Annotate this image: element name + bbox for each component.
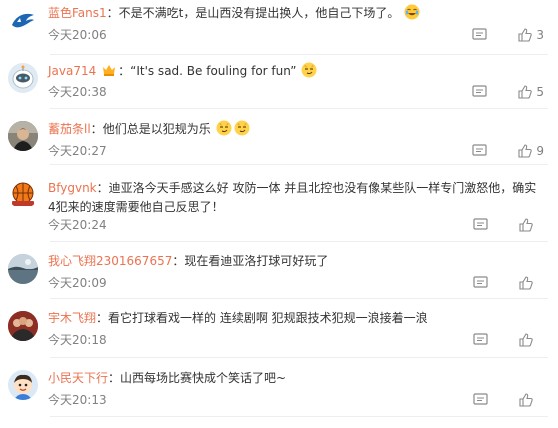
comment-text: 迪亚洛今天手感这么好 攻防一体 并且北控也没有像某些队一样专门激怒他，确实4犯来… [48, 181, 537, 214]
comment-time: 今天20:18 [48, 333, 107, 347]
username[interactable]: 蓄茄条ll [48, 122, 91, 136]
avatar[interactable] [8, 254, 38, 284]
avatar[interactable] [8, 63, 38, 93]
avatar[interactable] [8, 179, 38, 209]
smirk-icon [216, 120, 232, 136]
avatar[interactable] [8, 311, 38, 341]
reply-button[interactable] [472, 392, 490, 408]
seascape-photo-icon [8, 254, 38, 284]
comment-item: 小民天下行：山西每场比赛快成个笑话了吧~ 今天20:13 [0, 358, 558, 428]
username[interactable]: Java714 [48, 64, 96, 78]
reply-button[interactable] [471, 84, 489, 100]
reply-icon [473, 333, 488, 345]
like-button[interactable] [518, 275, 544, 291]
comment-body: 蓝色Fans1：不是不满吃t，是山西没有提出换人，他自己下场了。 [48, 4, 498, 23]
comment-time: 今天20:38 [48, 85, 107, 99]
thumbs-up-icon [518, 28, 533, 42]
basketball-logo-icon [8, 179, 38, 209]
reply-button[interactable] [471, 143, 489, 159]
comment-text: 看它打球看戏一样的 连续剧啊 犯规跟技术犯规一浪接着一浪 [108, 311, 428, 325]
comment-text: 现在看迪亚洛打球可好玩了 [184, 254, 329, 268]
username[interactable]: 蓝色Fans1 [48, 6, 107, 20]
like-button[interactable] [518, 392, 544, 408]
comment-text: 山西每场比赛快成个笑话了吧~ [120, 371, 287, 385]
comment-item: 蓄茄条ll：他们总是以犯规为乐 今天20:27 9 [0, 109, 558, 165]
like-button[interactable]: 3 [517, 27, 544, 43]
thumbs-up-icon [519, 393, 533, 407]
username[interactable]: 我心飞翔2301667657 [48, 254, 172, 268]
comment-time: 今天20:13 [48, 393, 107, 407]
comment-time: 今天20:27 [48, 144, 107, 158]
like-button[interactable] [518, 217, 544, 233]
comment-body: Bfygvnk：迪亚洛今天手感这么好 攻防一体 并且北控也没有像某些队一样专门激… [48, 181, 537, 214]
smirk-icon [234, 120, 250, 136]
group-photo-icon [8, 311, 38, 341]
comment-actions: 3 [471, 27, 544, 43]
like-count: 9 [536, 144, 544, 158]
like-count: 5 [536, 85, 544, 99]
comment-actions: 9 [471, 143, 544, 159]
cartoon-boy-icon [8, 370, 38, 400]
comment-text: 他们总是以犯规为乐 [102, 122, 211, 136]
thumbs-up-icon [519, 276, 533, 290]
like-button[interactable]: 9 [517, 143, 544, 159]
thumbs-up-icon [519, 218, 533, 232]
comment-actions [472, 217, 544, 233]
comment-list: 蓝色Fans1：不是不满吃t，是山西没有提出换人，他自己下场了。 今天20:06 [0, 0, 558, 428]
avatar[interactable] [8, 370, 38, 400]
comment-item: 宇木飞翔：看它打球看戏一样的 连续剧啊 犯规跟技术犯规一浪接着一浪 今天20:1… [0, 299, 558, 355]
comment-item: Java714 ：“It's sad. Be fouling for fun” … [0, 55, 558, 109]
shark-logo-icon [8, 6, 38, 36]
username[interactable]: 小民天下行 [48, 371, 108, 385]
comment-body: 蓄茄条ll：他们总是以犯规为乐 [48, 120, 498, 139]
comment-body: Java714 ：“It's sad. Be fouling for fun” [48, 62, 498, 81]
comment-actions [472, 332, 544, 348]
reply-button[interactable] [472, 217, 490, 233]
avatar[interactable] [8, 121, 38, 151]
smirk-icon [301, 62, 317, 78]
reply-button[interactable] [472, 275, 490, 291]
bot-avatar-icon [8, 63, 38, 93]
crown-badge-icon [103, 65, 116, 76]
comment-item: 我心飞翔2301667657：现在看迪亚洛打球可好玩了 今天20:09 [0, 242, 558, 298]
reply-icon [472, 28, 487, 40]
thumbs-up-icon [518, 144, 533, 158]
reply-icon [473, 218, 488, 230]
comment-body: 小民天下行：山西每场比赛快成个笑话了吧~ [48, 371, 287, 385]
comment-text: “It's sad. Be fouling for fun” [130, 64, 297, 78]
comment-body: 宇木飞翔：看它打球看戏一样的 连续剧啊 犯规跟技术犯规一浪接着一浪 [48, 311, 428, 325]
reply-icon [473, 393, 488, 405]
comment-actions: 5 [471, 84, 544, 100]
laugh-cry-icon [404, 4, 420, 20]
comment-item: Bfygvnk：迪亚洛今天手感这么好 攻防一体 并且北控也没有像某些队一样专门激… [0, 165, 558, 241]
comment-actions [472, 392, 544, 408]
comment-body: 我心飞翔2301667657：现在看迪亚洛打球可好玩了 [48, 254, 329, 268]
username[interactable]: 宇木飞翔 [48, 311, 96, 325]
comment-actions [472, 275, 544, 291]
comment-text: 不是不满吃t，是山西没有提出换人，他自己下场了。 [118, 6, 400, 20]
comment-time: 今天20:06 [48, 28, 107, 42]
like-count: 3 [536, 28, 544, 42]
like-button[interactable]: 5 [517, 84, 544, 100]
reply-button[interactable] [472, 332, 490, 348]
comment-time: 今天20:09 [48, 276, 107, 290]
reply-icon [472, 85, 487, 97]
reply-button[interactable] [471, 27, 489, 43]
comment-time: 今天20:24 [48, 218, 107, 232]
person-photo-icon [8, 121, 38, 151]
thumbs-up-icon [519, 333, 533, 347]
comment-item: 蓝色Fans1：不是不满吃t，是山西没有提出换人，他自己下场了。 今天20:06 [0, 0, 558, 55]
reply-icon [472, 144, 487, 156]
thumbs-up-icon [518, 85, 533, 99]
avatar[interactable] [8, 6, 38, 36]
reply-icon [473, 276, 488, 288]
like-button[interactable] [518, 332, 544, 348]
divider [50, 416, 548, 417]
username[interactable]: Bfygvnk [48, 181, 97, 195]
